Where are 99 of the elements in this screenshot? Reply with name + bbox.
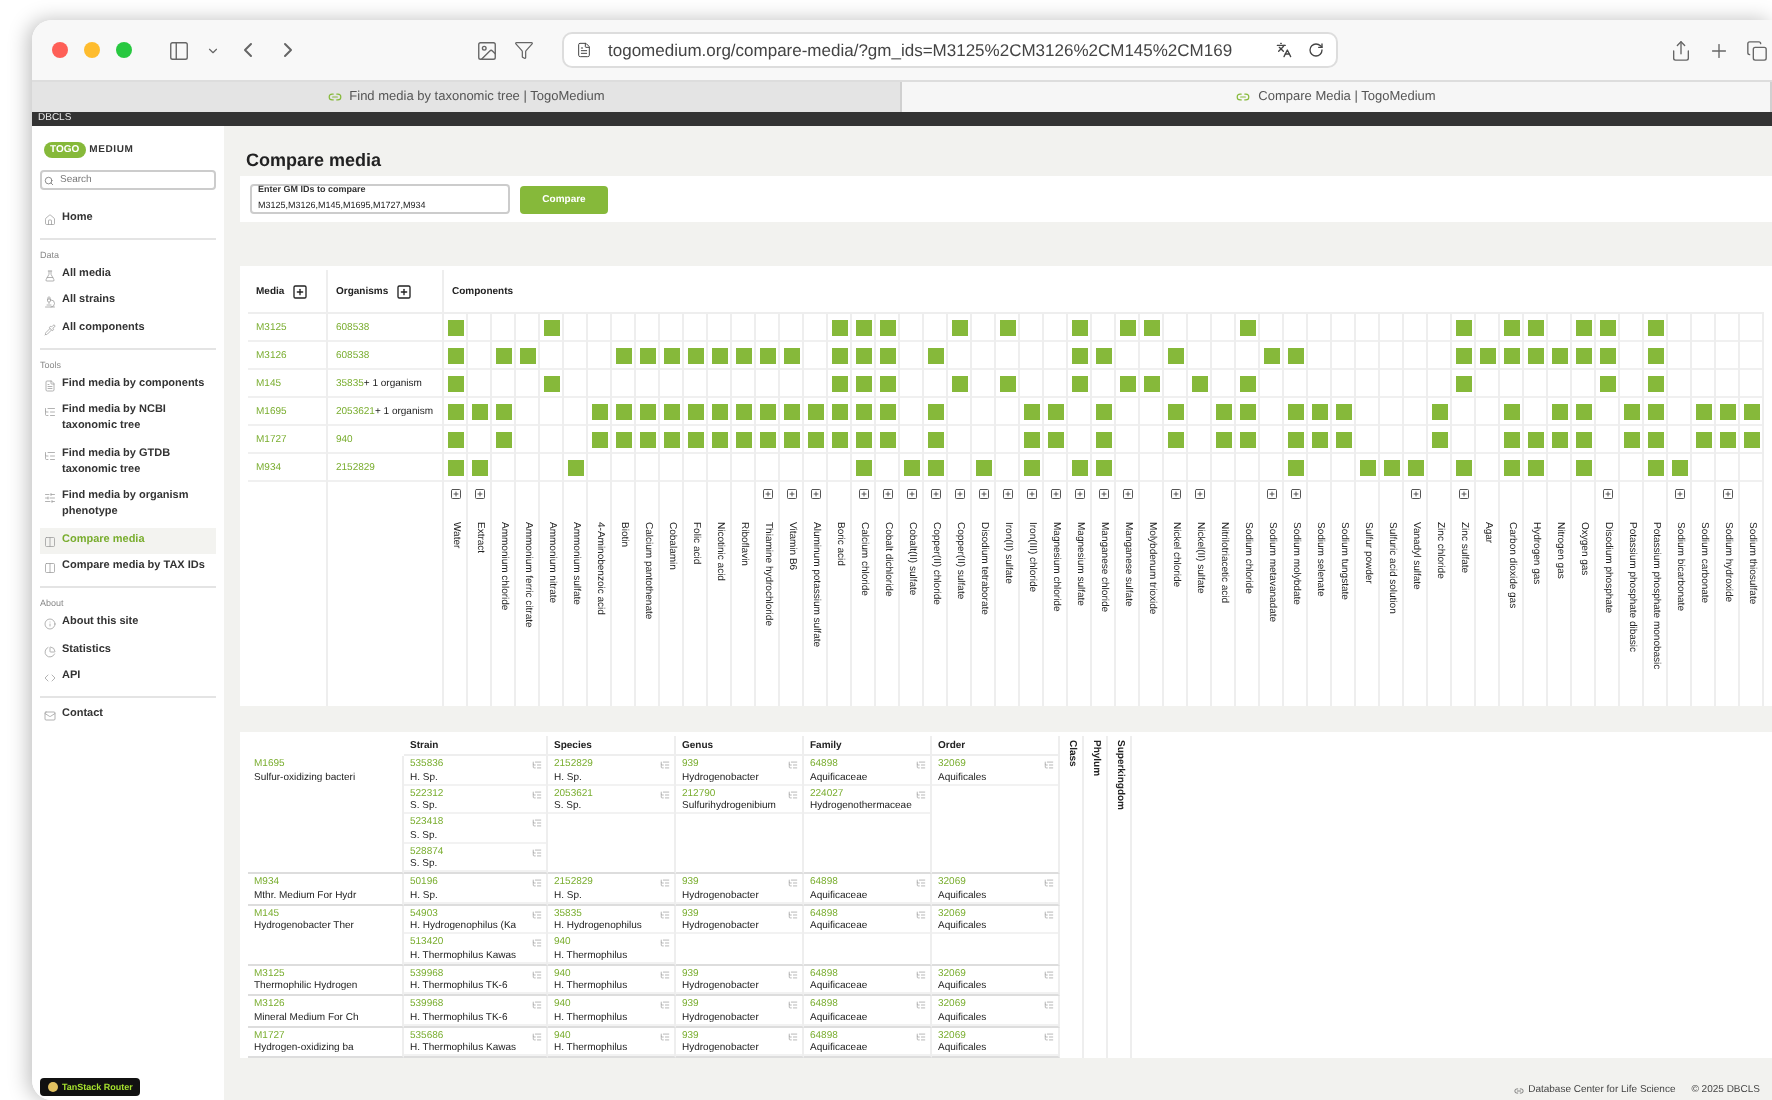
info-icon <box>44 617 56 630</box>
tree-list-icon <box>44 449 56 462</box>
tree-list-icon[interactable] <box>916 1031 926 1041</box>
expand-icon[interactable] <box>953 488 965 500</box>
expand-icon[interactable] <box>785 488 797 500</box>
tree-list-icon[interactable] <box>788 1031 798 1041</box>
tree-list-icon[interactable] <box>532 760 542 770</box>
tree-list-icon[interactable] <box>660 969 670 979</box>
tree-list-icon[interactable] <box>788 969 798 979</box>
tree-list-icon[interactable] <box>660 1031 670 1041</box>
flask-icon <box>44 269 56 282</box>
translate-icon[interactable] <box>1276 42 1292 58</box>
tree-list-icon[interactable] <box>916 878 926 888</box>
expand-icon[interactable] <box>1001 488 1013 500</box>
expand-icon[interactable] <box>881 488 893 500</box>
expand-icon[interactable] <box>1673 488 1685 500</box>
chevron-down-icon[interactable] <box>206 43 220 57</box>
columns-icon <box>44 562 56 575</box>
sidebar-toggle-icon[interactable] <box>168 39 190 61</box>
reload-icon[interactable] <box>1308 42 1324 58</box>
expand-icon[interactable] <box>1409 488 1421 500</box>
tree-list-icon[interactable] <box>1044 1031 1054 1041</box>
expand-icon[interactable] <box>857 488 869 500</box>
expand-icon[interactable] <box>449 488 461 500</box>
expand-icon[interactable] <box>1193 488 1205 500</box>
image-icon[interactable] <box>476 39 498 61</box>
sliders-icon <box>44 492 56 505</box>
site-icon <box>327 90 342 104</box>
tree-list-icon[interactable] <box>532 969 542 979</box>
tree-list-icon[interactable] <box>532 818 542 828</box>
tree-list-icon[interactable] <box>1044 969 1054 979</box>
home-icon <box>44 214 56 226</box>
minimize-window-dot[interactable] <box>84 42 100 58</box>
pipette-icon <box>44 324 56 337</box>
search-icon <box>44 175 54 185</box>
site-icon <box>1236 90 1251 104</box>
expand-icon[interactable] <box>473 488 485 500</box>
new-tab-icon[interactable] <box>1708 39 1730 61</box>
tab-overview-icon[interactable] <box>1746 39 1768 61</box>
tree-list-icon[interactable] <box>660 909 670 919</box>
expand-icon[interactable] <box>1601 488 1613 500</box>
expand-icon[interactable] <box>1721 488 1733 500</box>
tree-list-icon[interactable] <box>660 760 670 770</box>
tree-list-icon[interactable] <box>788 760 798 770</box>
tree-list-icon[interactable] <box>916 760 926 770</box>
tree-list-icon[interactable] <box>788 1000 798 1010</box>
page-title: Compare media <box>246 150 384 170</box>
expand-icon[interactable] <box>809 488 821 500</box>
tree-list-icon[interactable] <box>1044 760 1054 770</box>
zoom-window-dot[interactable] <box>116 42 132 58</box>
expand-icon[interactable] <box>396 283 413 299</box>
expand-icon[interactable] <box>1097 488 1109 500</box>
tree-list-icon[interactable] <box>916 909 926 919</box>
expand-icon[interactable] <box>1025 488 1037 500</box>
tree-list-icon[interactable] <box>532 878 542 888</box>
close-window-dot[interactable] <box>52 42 68 58</box>
tree-list-icon[interactable] <box>532 847 542 857</box>
tree-list-icon[interactable] <box>916 1000 926 1010</box>
tree-list-icon[interactable] <box>532 1000 542 1010</box>
tree-list-icon[interactable] <box>532 789 542 799</box>
expand-icon[interactable] <box>977 488 989 500</box>
mail-icon <box>44 710 56 722</box>
filter-icon[interactable] <box>514 40 534 60</box>
pie-chart-icon <box>44 645 56 658</box>
tree-list-icon[interactable] <box>788 909 798 919</box>
tree-list-icon[interactable] <box>1044 878 1054 888</box>
tree-list-icon[interactable] <box>532 938 542 948</box>
expand-icon[interactable] <box>1289 488 1301 500</box>
tree-list-icon[interactable] <box>916 969 926 979</box>
expand-icon[interactable] <box>1265 488 1277 500</box>
tree-list-icon <box>44 406 56 419</box>
expand-icon[interactable] <box>1457 488 1469 500</box>
expand-icon[interactable] <box>905 488 917 500</box>
tree-list-icon[interactable] <box>1044 1000 1054 1010</box>
expand-icon[interactable] <box>1121 488 1133 500</box>
tree-list-icon[interactable] <box>788 789 798 799</box>
microscope-icon <box>44 296 56 309</box>
url-text: togomedium.org/compare-media/?gm_ids=M3125%2CM3126%2CM145%2CM169 <box>608 40 1235 60</box>
share-icon[interactable] <box>1670 39 1692 61</box>
page-icon <box>576 42 592 58</box>
expand-icon[interactable] <box>761 488 773 500</box>
tree-list-icon[interactable] <box>1044 909 1054 919</box>
tree-list-icon[interactable] <box>660 789 670 799</box>
expand-icon[interactable] <box>292 283 309 299</box>
tree-list-icon[interactable] <box>660 938 670 948</box>
tree-list-icon[interactable] <box>788 878 798 888</box>
document-icon <box>44 379 56 392</box>
expand-icon[interactable] <box>1073 488 1085 500</box>
tree-list-icon[interactable] <box>660 1000 670 1010</box>
expand-icon[interactable] <box>1169 488 1181 500</box>
tree-list-icon[interactable] <box>532 909 542 919</box>
tree-list-icon[interactable] <box>660 878 670 888</box>
tree-list-icon[interactable] <box>532 1031 542 1041</box>
address-bar[interactable]: togomedium.org/compare-media/?gm_ids=M3125%2CM3126%2CM145%2CM169 <box>562 32 1338 68</box>
columns-icon <box>44 535 56 548</box>
expand-icon[interactable] <box>1049 488 1061 500</box>
expand-icon[interactable] <box>929 488 941 500</box>
code-icon <box>44 672 56 685</box>
tree-list-icon[interactable] <box>916 789 926 799</box>
